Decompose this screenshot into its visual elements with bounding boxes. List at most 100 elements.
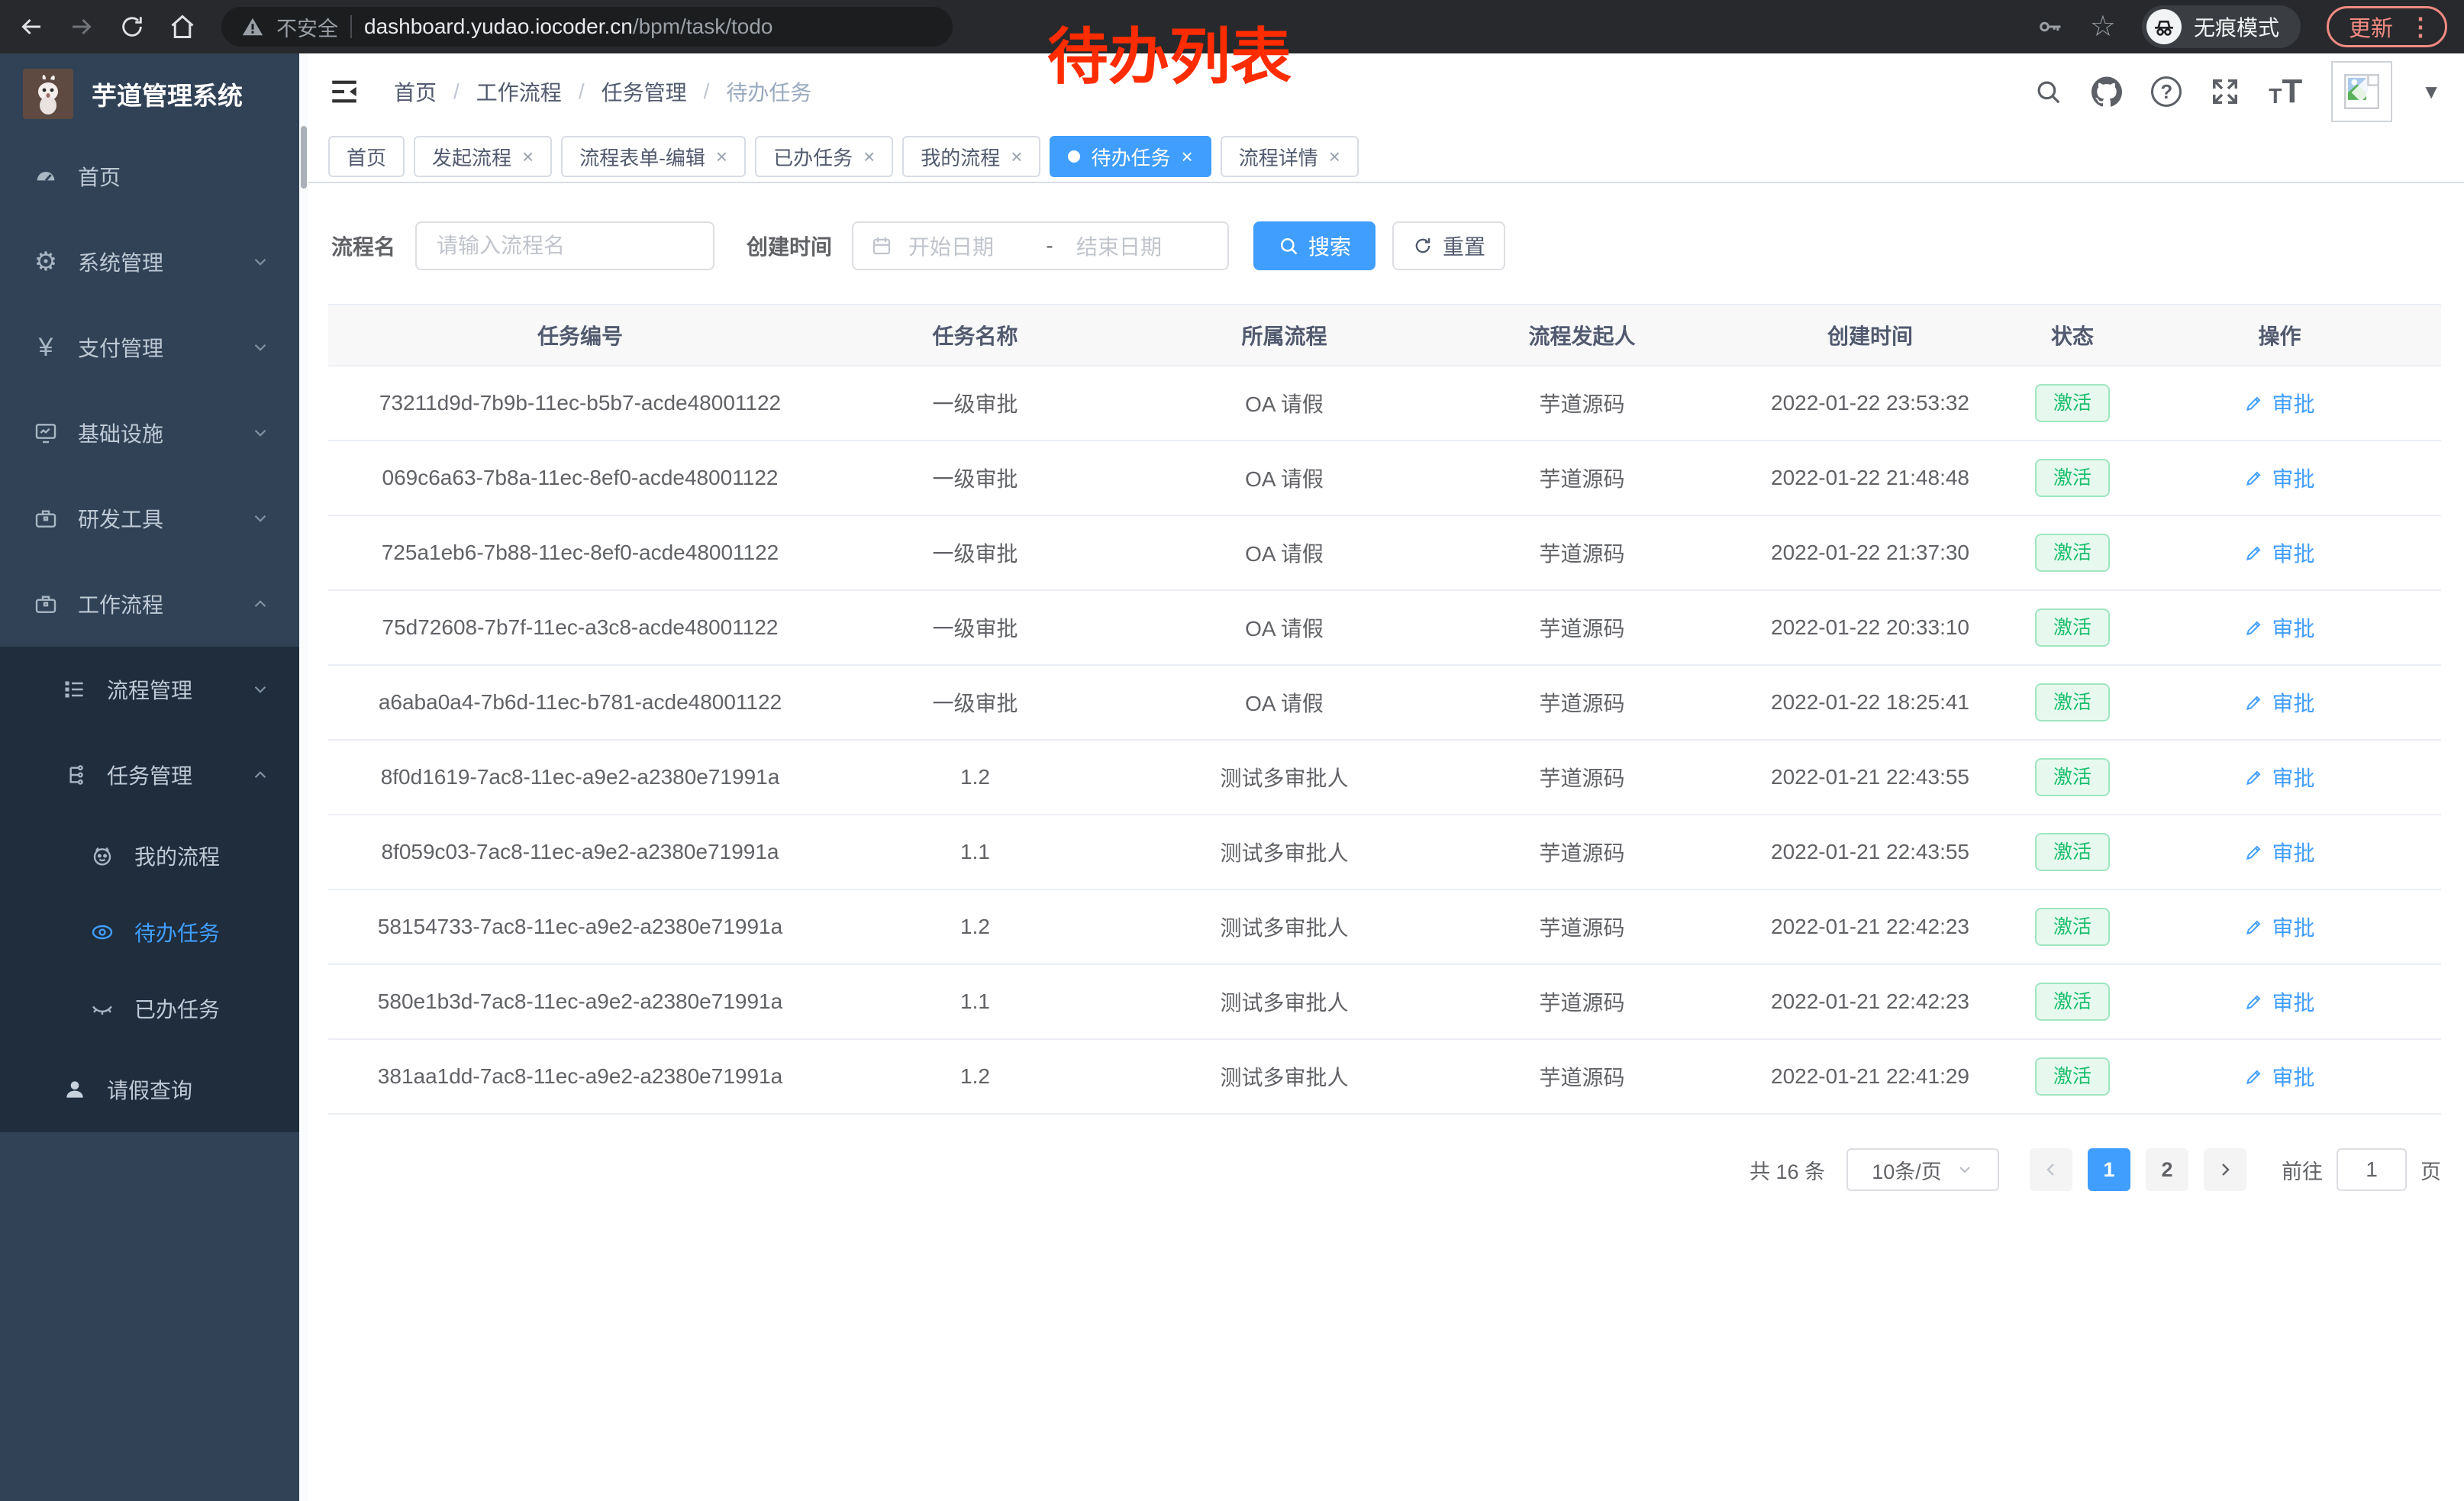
chevron-down-icon [250, 423, 270, 443]
gear-icon: ⚙ [32, 249, 60, 275]
eye-icon [89, 920, 116, 944]
yen-icon: ¥ [32, 334, 60, 360]
close-icon[interactable]: × [1182, 147, 1193, 166]
next-page-button[interactable] [2204, 1148, 2246, 1191]
approve-link[interactable]: 审批 [2244, 463, 2314, 493]
font-size-icon[interactable]: TT [2269, 78, 2302, 105]
sidebar-item-system[interactable]: ⚙ 系统管理 [0, 219, 299, 305]
col-task-name: 任务名称 [832, 320, 1118, 350]
browser-forward-button[interactable] [63, 8, 101, 46]
table-row: 069c6a63-7b8a-11ec-8ef0-acde48001122 一级审… [328, 441, 2441, 516]
sidebar-item-process-management[interactable]: 流程管理 [0, 647, 299, 732]
approve-link[interactable]: 审批 [2244, 687, 2314, 718]
sidebar-item-dev-tools[interactable]: 研发工具 [0, 476, 299, 561]
help-icon[interactable]: ? [2151, 76, 2182, 107]
table-row: a6aba0a4-7b6d-11ec-b781-acde48001122 一级审… [328, 666, 2441, 741]
reset-button[interactable]: 重置 [1392, 221, 1505, 270]
create-time-label: 创建时间 [747, 231, 832, 261]
sidebar-item-label: 待办任务 [134, 917, 220, 947]
tab-process-form-edit[interactable]: 流程表单-编辑 × [561, 136, 746, 177]
sidebar-menu: 首页 ⚙ 系统管理 ¥ 支付管理 基础设施 [0, 134, 299, 1132]
sidebar-collapse-icon[interactable] [328, 76, 360, 108]
total-count: 共 16 条 [1750, 1155, 1825, 1185]
approve-link[interactable]: 审批 [2244, 612, 2314, 643]
goto-page-input[interactable] [2337, 1148, 2407, 1191]
browser-reload-button[interactable] [113, 8, 151, 46]
fullscreen-icon[interactable] [2211, 77, 2240, 106]
password-key-icon[interactable] [2037, 13, 2064, 40]
tab-my-process[interactable]: 我的流程 × [902, 136, 1040, 177]
search-icon[interactable] [2033, 77, 2062, 106]
page-unit-label: 页 [2420, 1155, 2441, 1185]
table-row: 381aa1dd-7ac8-11ec-a9e2-a2380e71991a 1.2… [328, 1040, 2441, 1115]
breadcrumb-task-management[interactable]: 任务管理 [601, 76, 687, 107]
sidebar-item-label: 支付管理 [78, 332, 163, 363]
scrollbar-thumb[interactable] [301, 126, 307, 189]
breadcrumb: 首页 / 工作流程 / 任务管理 / 待办任务 [394, 76, 811, 107]
table-row: 75d72608-7b7f-11ec-a3c8-acde48001122 一级审… [328, 591, 2441, 666]
sidebar-item-task-management[interactable]: 任务管理 [0, 732, 299, 818]
calendar-icon [870, 234, 893, 257]
breadcrumb-home[interactable]: 首页 [394, 76, 437, 107]
bookmark-star-icon[interactable]: ☆ [2090, 12, 2116, 41]
tab-process-detail[interactable]: 流程详情 × [1221, 136, 1359, 177]
approve-link[interactable]: 审批 [2244, 762, 2314, 792]
table-row: 725a1eb6-7b88-11ec-8ef0-acde48001122 一级审… [328, 516, 2441, 591]
start-date-placeholder[interactable]: 开始日期 [908, 231, 1023, 261]
sidebar-item-todo-tasks[interactable]: 待办任务 [0, 894, 299, 970]
avatar-caret-icon[interactable]: ▼ [2421, 82, 2441, 102]
briefcase-icon [32, 592, 60, 616]
approve-link[interactable]: 审批 [2244, 1061, 2314, 1092]
approve-link[interactable]: 审批 [2244, 837, 2314, 867]
tab-start-process[interactable]: 发起流程 × [414, 136, 552, 177]
url-host: dashboard.yudao.iocoder.cn [364, 15, 633, 39]
close-icon[interactable]: × [716, 147, 727, 166]
breadcrumb-workflow[interactable]: 工作流程 [476, 76, 562, 107]
sidebar-item-label: 流程管理 [107, 674, 192, 705]
sidebar-scrollbar[interactable] [299, 53, 308, 1501]
approve-link[interactable]: 审批 [2244, 912, 2314, 942]
status-badge: 激活 [2035, 608, 2110, 647]
toolbox-icon [32, 506, 60, 531]
close-icon[interactable]: × [863, 147, 875, 166]
incognito-badge: 无痕模式 [2142, 5, 2301, 48]
sidebar-item-payment[interactable]: ¥ 支付管理 [0, 305, 299, 390]
sidebar-item-label: 工作流程 [78, 589, 163, 619]
avatar[interactable] [2331, 61, 2392, 122]
page-header: 首页 / 工作流程 / 任务管理 / 待办任务 ? [308, 53, 2464, 130]
close-icon[interactable]: × [522, 147, 534, 166]
close-icon[interactable]: × [1011, 147, 1022, 166]
page-size-select[interactable]: 10条/页 [1846, 1148, 1999, 1191]
end-date-placeholder[interactable]: 结束日期 [1076, 231, 1191, 261]
sidebar-item-my-process[interactable]: 我的流程 [0, 818, 299, 894]
browser-home-button[interactable] [163, 8, 202, 46]
sidebar-item-leave-query[interactable]: 请假查询 [0, 1047, 299, 1132]
date-range-picker[interactable]: 开始日期 - 结束日期 [852, 221, 1229, 270]
url-path: /bpm/task/todo [633, 15, 773, 39]
page-button-1[interactable]: 1 [2088, 1148, 2130, 1191]
app-logo-row[interactable]: 芋道管理系统 [0, 53, 299, 134]
status-badge: 激活 [2035, 833, 2110, 871]
close-icon[interactable]: × [1329, 147, 1340, 166]
github-icon[interactable] [2091, 76, 2122, 107]
tab-home[interactable]: 首页 [328, 136, 405, 177]
sidebar-item-done-tasks[interactable]: 已办任务 [0, 970, 299, 1047]
tab-done-tasks[interactable]: 已办任务 × [755, 136, 893, 177]
approve-link[interactable]: 审批 [2244, 537, 2314, 568]
approve-link[interactable]: 审批 [2244, 388, 2314, 418]
search-button[interactable]: 搜索 [1253, 221, 1376, 270]
address-bar[interactable]: 不安全 dashboard.yudao.iocoder.cn/bpm/task/… [221, 7, 953, 47]
pagination: 共 16 条 10条/页 1 2 前往 页 [308, 1148, 2464, 1191]
approve-link[interactable]: 审批 [2244, 986, 2314, 1017]
page-button-2[interactable]: 2 [2146, 1148, 2188, 1191]
status-badge: 激活 [2035, 384, 2110, 422]
browser-menu-icon[interactable]: ⋮ [2408, 15, 2433, 39]
prev-page-button[interactable] [2030, 1148, 2072, 1191]
sidebar-item-infrastructure[interactable]: 基础设施 [0, 390, 299, 476]
browser-back-button[interactable] [12, 8, 50, 46]
browser-update-button[interactable]: 更新 ⋮ [2327, 6, 2447, 47]
tab-todo-tasks[interactable]: 待办任务 × [1050, 136, 1211, 177]
sidebar-item-home[interactable]: 首页 [0, 134, 299, 219]
process-name-input[interactable] [415, 221, 714, 270]
sidebar-item-workflow[interactable]: 工作流程 [0, 561, 299, 647]
